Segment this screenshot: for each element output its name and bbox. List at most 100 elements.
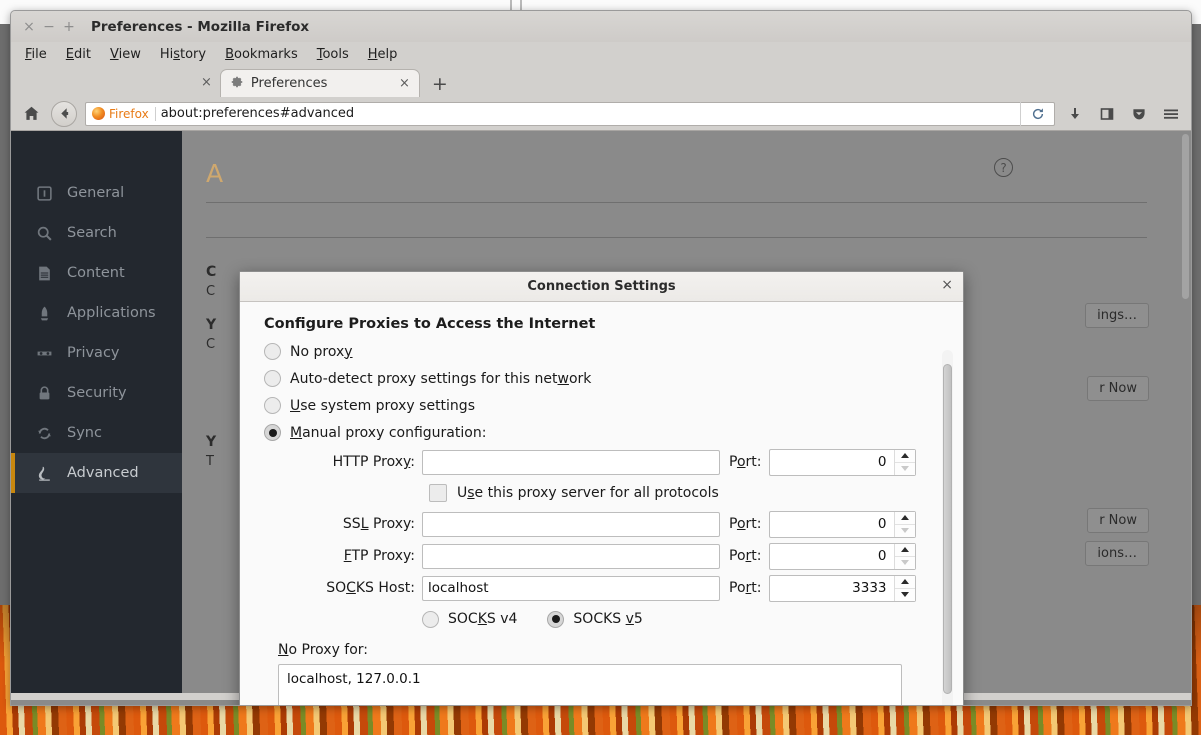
ftp-port-stepper[interactable]: 0 [769, 543, 916, 570]
stepper-buttons[interactable] [894, 512, 915, 537]
radio-socks-v4[interactable] [422, 611, 439, 628]
stepper-up-icon[interactable] [895, 576, 915, 589]
tab-preferences[interactable]: Preferences × [220, 69, 420, 97]
url-bar[interactable]: Firefox about:preferences#advanced [85, 102, 1055, 126]
ssl-port-stepper[interactable]: 0 [769, 511, 916, 538]
back-button[interactable] [51, 101, 77, 127]
home-icon[interactable] [19, 102, 43, 126]
stepper-down-icon[interactable] [895, 589, 915, 601]
sidebar-item-general[interactable]: General [11, 173, 182, 213]
menu-history[interactable]: History [160, 47, 206, 62]
tab-close-icon[interactable]: × [399, 76, 410, 91]
radio-no-proxy[interactable]: No proxy [264, 338, 927, 365]
socks-port-stepper[interactable]: 3333 [769, 575, 916, 602]
radio-indicator[interactable] [264, 424, 281, 441]
menubar: File Edit View History Bookmarks Tools H… [11, 42, 1191, 67]
socks-port-value[interactable]: 3333 [770, 576, 894, 601]
stepper-buttons[interactable] [894, 450, 915, 475]
dialog-scrollbar-thumb[interactable] [943, 364, 952, 694]
dialog-heading: Configure Proxies to Access the Internet [264, 316, 927, 332]
menu-hamburger-icon[interactable] [1159, 102, 1183, 126]
sidebar-item-label: General [67, 185, 124, 201]
adjacent-tab-close-icon[interactable]: × [201, 75, 220, 97]
clear-offline-data-button[interactable]: r Now [1087, 508, 1149, 533]
stepper-up-icon[interactable] [895, 512, 915, 525]
sidebar-item-privacy[interactable]: Privacy [11, 333, 182, 373]
identity-box[interactable]: Firefox [92, 107, 156, 121]
sidebar-item-label: Security [67, 385, 127, 401]
stepper-down-icon[interactable] [895, 557, 915, 569]
sidebar-item-content[interactable]: Content [11, 253, 182, 293]
socks-v5-label: SOCKS v5 [573, 611, 642, 627]
socks-host-input[interactable]: localhost [422, 576, 720, 601]
window-close-button[interactable]: × [19, 20, 39, 34]
http-proxy-input[interactable] [422, 450, 720, 475]
tab-title: Preferences [251, 76, 392, 91]
menu-file[interactable]: File [25, 47, 47, 62]
sidebar-item-label: Sync [67, 425, 102, 441]
stepper-buttons[interactable] [894, 576, 915, 601]
reload-button[interactable] [1020, 102, 1054, 126]
sidebar-item-advanced[interactable]: Advanced [11, 453, 182, 493]
connection-settings-button[interactable]: ings… [1085, 303, 1149, 328]
menu-tools[interactable]: Tools [317, 47, 349, 62]
radio-socks-v5[interactable] [547, 611, 564, 628]
dialog-scrollbar[interactable] [942, 350, 953, 706]
clear-cache-now-button[interactable]: r Now [1087, 376, 1149, 401]
page-scrollbar-thumb[interactable] [1182, 134, 1189, 299]
stepper-up-icon[interactable] [895, 450, 915, 463]
ftp-proxy-input[interactable] [422, 544, 720, 569]
exceptions-button[interactable]: ions… [1085, 541, 1149, 566]
field-row-ftp: FTP Proxy: Port: 0 [264, 540, 927, 572]
window-title: Preferences - Mozilla Firefox [91, 19, 309, 35]
pocket-icon[interactable] [1127, 102, 1151, 126]
menu-view[interactable]: View [110, 47, 141, 62]
ssl-port-value[interactable]: 0 [770, 512, 894, 537]
no-proxy-textarea[interactable]: localhost, 127.0.0.1 [278, 664, 902, 706]
preferences-sidebar: General Search Content Applications [11, 131, 182, 693]
stepper-down-icon[interactable] [895, 525, 915, 537]
sidebar-item-security[interactable]: Security [11, 373, 182, 413]
sidebar-item-label: Search [67, 225, 117, 241]
radio-manual[interactable]: Manual proxy configuration: [264, 419, 927, 446]
dialog-titlebar: Connection Settings × [240, 272, 963, 302]
radio-label: Use system proxy settings [290, 398, 475, 414]
help-question-icon[interactable]: ? [994, 158, 1013, 177]
radio-indicator[interactable] [264, 343, 281, 360]
stepper-up-icon[interactable] [895, 544, 915, 557]
window-minimize-button[interactable]: − [39, 20, 59, 34]
sidebar-item-search[interactable]: Search [11, 213, 182, 253]
menu-bookmarks[interactable]: Bookmarks [225, 47, 298, 62]
new-tab-button[interactable]: + [420, 75, 458, 97]
field-row-ssl: SSL Proxy: Port: 0 [264, 508, 927, 540]
library-icon[interactable] [1095, 102, 1119, 126]
menu-help[interactable]: Help [368, 47, 398, 62]
stepper-down-icon[interactable] [895, 463, 915, 475]
radio-indicator[interactable] [264, 370, 281, 387]
sidebar-item-applications[interactable]: Applications [11, 293, 182, 333]
http-proxy-label: HTTP Proxy: [264, 454, 422, 470]
menu-edit[interactable]: Edit [66, 47, 91, 62]
all-protocols-checkbox[interactable] [429, 484, 447, 502]
ftp-port-label: Port: [720, 548, 769, 564]
stepper-buttons[interactable] [894, 544, 915, 569]
radio-label: Manual proxy configuration: [290, 425, 486, 441]
http-port-value[interactable]: 0 [770, 450, 894, 475]
divider [206, 202, 1147, 203]
window-maximize-button[interactable]: + [59, 20, 79, 34]
url-text[interactable]: about:preferences#advanced [161, 106, 1015, 121]
sidebar-item-sync[interactable]: Sync [11, 413, 182, 453]
http-port-stepper[interactable]: 0 [769, 449, 916, 476]
firefox-window: × − + Preferences - Mozilla Firefox File… [10, 10, 1192, 706]
ftp-port-value[interactable]: 0 [770, 544, 894, 569]
page-scrollbar[interactable] [1179, 131, 1191, 693]
radio-use-system[interactable]: Use system proxy settings [264, 392, 927, 419]
radio-auto-detect[interactable]: Auto-detect proxy settings for this netw… [264, 365, 927, 392]
download-icon[interactable] [1063, 102, 1087, 126]
all-protocols-row[interactable]: Use this proxy server for all protocols [264, 478, 927, 508]
radio-indicator[interactable] [264, 397, 281, 414]
sidebar-item-label: Content [67, 265, 125, 281]
firefox-logo-icon [92, 107, 105, 120]
ssl-proxy-input[interactable] [422, 512, 720, 537]
dialog-close-icon[interactable]: × [941, 278, 953, 292]
